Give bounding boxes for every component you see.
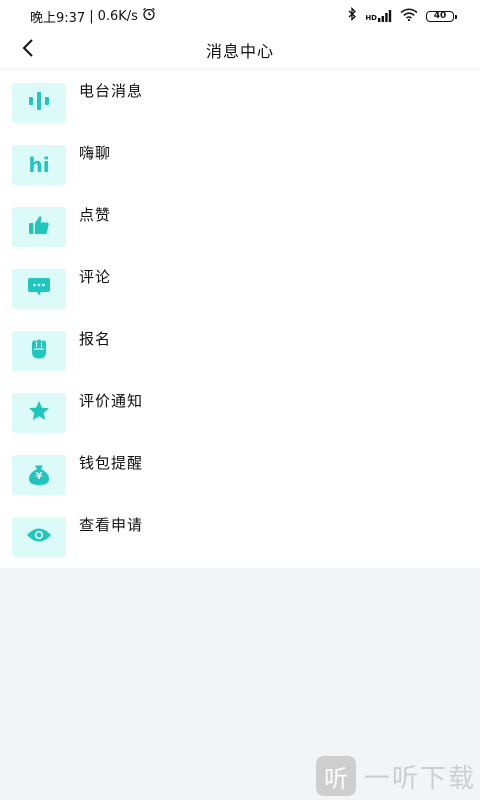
- list-item-label: 电台消息: [79, 82, 144, 100]
- icon-box: [12, 207, 66, 247]
- status-divider: |: [89, 8, 94, 24]
- watermark-text: 一听下载: [363, 763, 476, 794]
- list-item-label: 钱包提醒: [79, 454, 144, 472]
- fist-icon: [29, 338, 49, 364]
- header: 消息中心: [0, 32, 480, 68]
- list-item-comments[interactable]: 评论: [0, 256, 480, 318]
- list-item-label: 查看申请: [79, 516, 144, 534]
- list-item-label: 嗨聊: [79, 144, 112, 162]
- icon-box: [12, 393, 66, 433]
- signal-icon: HD: [365, 10, 392, 22]
- back-button[interactable]: [14, 36, 42, 64]
- eye-icon: [26, 527, 52, 547]
- money-bag-icon: ¥: [27, 464, 51, 486]
- wifi-icon: [400, 8, 418, 25]
- icon-box: [12, 517, 66, 557]
- audio-bars-icon: [27, 91, 51, 115]
- watermark-logo: 听: [315, 756, 356, 796]
- message-list: 电台消息 hi 嗨聊 点赞 评论 报名 评价通知 ¥ 钱包提醒 查看申请: [0, 70, 480, 568]
- watermark: 听 一听下载: [315, 756, 476, 796]
- status-left: 晚上9:37 | 0.6K/s: [30, 7, 156, 26]
- hi-icon: hi: [28, 153, 50, 177]
- icon-box: [12, 83, 66, 123]
- comment-bubble-icon: [27, 277, 51, 301]
- status-bar: 晚上9:37 | 0.6K/s HD 40: [0, 0, 480, 32]
- list-item-label: 评价通知: [79, 392, 144, 410]
- star-icon: [27, 400, 51, 426]
- network-badge: HD: [365, 14, 377, 22]
- chevron-left-icon: [21, 38, 35, 62]
- thumbs-up-icon: [28, 215, 50, 239]
- icon-box: [12, 269, 66, 309]
- status-right: HD 40: [347, 6, 457, 25]
- list-item-signup[interactable]: 报名: [0, 318, 480, 380]
- battery-icon: 40: [426, 10, 457, 22]
- list-item-likes[interactable]: 点赞: [0, 194, 480, 256]
- bluetooth-icon: [347, 6, 357, 25]
- money-bag-symbol: ¥: [35, 471, 43, 482]
- icon-box: [12, 331, 66, 371]
- list-item-label: 报名: [79, 330, 112, 348]
- list-item-label: 评论: [79, 268, 112, 286]
- list-item-view-applications[interactable]: 查看申请: [0, 504, 480, 566]
- list-item-label: 点赞: [79, 206, 112, 224]
- list-item-wallet-reminder[interactable]: ¥ 钱包提醒: [0, 442, 480, 504]
- status-time: 晚上9:37: [30, 10, 86, 26]
- list-item-radio-messages[interactable]: 电台消息: [0, 70, 480, 132]
- network-speed: 0.6K/s: [97, 8, 138, 24]
- icon-box: ¥: [12, 455, 66, 495]
- icon-box: hi: [12, 145, 66, 185]
- list-item-review-notice[interactable]: 评价通知: [0, 380, 480, 442]
- list-item-hi-chat[interactable]: hi 嗨聊: [0, 132, 480, 194]
- alarm-icon: [142, 7, 156, 25]
- page-title: 消息中心: [205, 42, 274, 61]
